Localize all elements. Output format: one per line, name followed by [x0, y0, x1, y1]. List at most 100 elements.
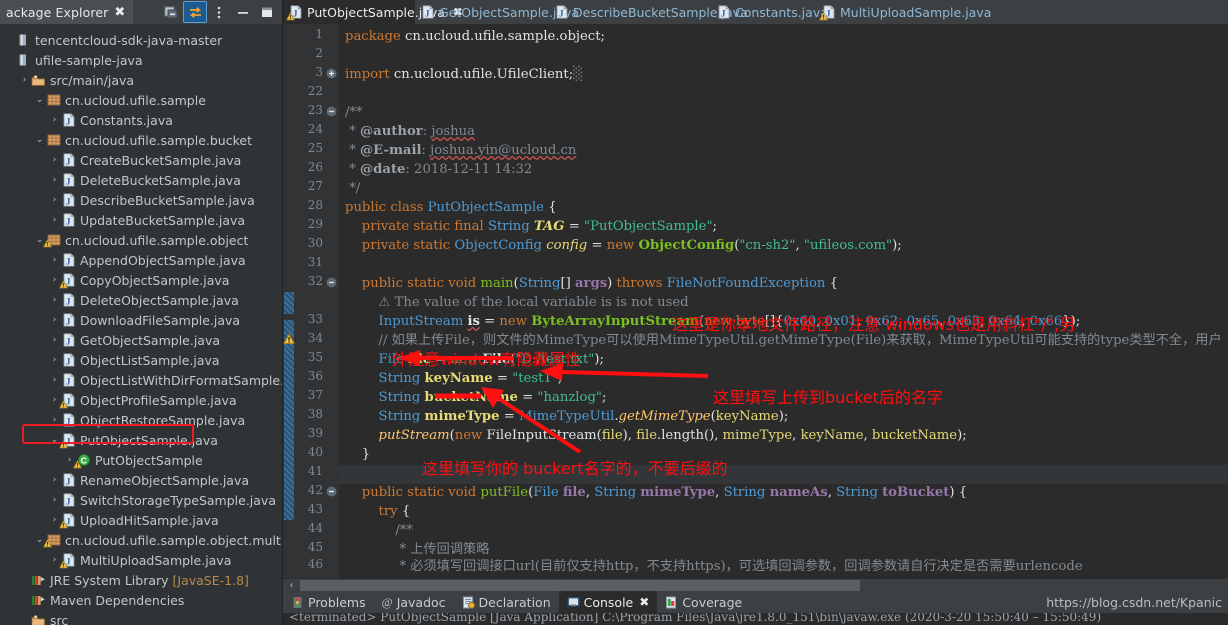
tree-item-label: cn.ucloud.ufile.sample.object.multi	[65, 532, 282, 548]
line-number: 2	[315, 46, 323, 60]
chevron-right-icon[interactable]: ›	[49, 255, 60, 265]
chevron-right-icon[interactable]: ›	[49, 215, 60, 225]
console-output[interactable]: <terminated> PutObjectSample [Java Appli…	[283, 613, 1228, 625]
fold-expand-icon[interactable]	[326, 67, 337, 79]
fold-collapse-icon[interactable]	[326, 105, 337, 117]
chevron-right-icon[interactable]: ›	[49, 115, 60, 125]
bottom-tab[interactable]: Console ✖	[558, 591, 658, 613]
editor-tab[interactable]: J MultiUploadSample.java	[816, 0, 991, 24]
bottom-tab[interactable]: Declaration	[454, 591, 559, 613]
tree-item[interactable]: › J AppendObjectSample.java	[0, 250, 282, 270]
tree-item[interactable]: › J DownloadFileSample.java	[0, 310, 282, 330]
bottom-tab[interactable]: Problems	[283, 591, 374, 613]
tree-item[interactable]: › J SwitchStorageTypeSample.java	[0, 490, 282, 510]
tree-item[interactable]: › J CopyObjectSample.java	[0, 270, 282, 290]
tree-item[interactable]: › J Constants.java	[0, 110, 282, 130]
tree-item[interactable]: › J GetObjectSample.java	[0, 330, 282, 350]
chevron-right-icon[interactable]: ›	[49, 315, 60, 325]
tree-item[interactable]: › J UpdateBucketSample.java	[0, 210, 282, 230]
minimize-icon[interactable]	[232, 2, 254, 22]
editor-marker-bar[interactable]	[283, 24, 296, 578]
tree-item[interactable]: › J ObjectListWithDirFormatSample.java	[0, 370, 282, 390]
editor-region: J PutObjectSample.java ✖ J GetObjectSample.j…	[283, 0, 1228, 625]
editor-horizontal-scrollbar[interactable]: ‹	[283, 578, 1228, 591]
tree-item[interactable]: JRE System Library [JavaSE-1.8]	[0, 570, 282, 590]
maximize-icon[interactable]	[256, 2, 278, 22]
chevron-down-icon[interactable]: ⌄	[34, 95, 45, 105]
chevron-right-icon[interactable]: ›	[49, 375, 60, 385]
project-icon	[15, 33, 32, 47]
fold-collapse-icon[interactable]	[326, 276, 337, 288]
svg-text:J: J	[66, 377, 71, 387]
code-line: String mimeType = MimeTypeUtil.getMimeTy…	[378, 409, 789, 424]
tree-item[interactable]: ⌄ cn.ucloud.ufile.sample.object	[0, 230, 282, 250]
svg-text:J: J	[66, 117, 71, 127]
chevron-right-icon[interactable]: ›	[49, 415, 60, 425]
chevron-right-icon[interactable]: ›	[19, 75, 30, 85]
tree-item[interactable]: ufile-sample-java	[0, 50, 282, 70]
tree-item[interactable]: › J MultiUploadSample.java	[0, 550, 282, 570]
tree-item[interactable]: › J UploadHitSample.java	[0, 510, 282, 530]
tree-item[interactable]: › J ObjectProfileSample.java	[0, 390, 282, 410]
chevron-right-icon[interactable]: ›	[49, 335, 60, 345]
package-explorer-tab[interactable]: ackage Explorer ✖	[0, 0, 134, 24]
warning-marker-icon[interactable]	[283, 332, 296, 345]
tree-item[interactable]: ⌄ J PutObjectSample.java	[0, 430, 282, 450]
tree-item[interactable]: Maven Dependencies	[0, 590, 282, 610]
chevron-right-icon[interactable]: ›	[49, 195, 60, 205]
tree-item-label: DeleteBucketSample.java	[80, 172, 241, 188]
package-warning-icon	[42, 234, 62, 248]
svg-text:J: J	[66, 257, 71, 267]
tree-item[interactable]: › J ObjectRestoreSample.java	[0, 410, 282, 430]
tree-item[interactable]: › J DeleteObjectSample.java	[0, 290, 282, 310]
close-icon[interactable]: ✖	[639, 595, 649, 609]
tree-item[interactable]: › J RenameObjectSample.java	[0, 470, 282, 490]
svg-text:J: J	[559, 9, 564, 19]
bottom-tab-label: Declaration	[478, 594, 551, 610]
editor-tab[interactable]: J DescribeBucketSample.java	[549, 0, 748, 24]
tree-item[interactable]: ⌄ cn.ucloud.ufile.sample.object.multi	[0, 530, 282, 550]
tree-item-label: MultiUploadSample.java	[80, 552, 232, 568]
package-icon	[45, 134, 62, 146]
chevron-right-icon[interactable]: ›	[49, 155, 60, 165]
tree-item[interactable]: ⌄ cn.ucloud.ufile.sample.bucket	[0, 130, 282, 150]
svg-text:J: J	[66, 197, 71, 207]
chevron-right-icon[interactable]: ›	[49, 475, 60, 485]
collapse-all-icon[interactable]	[160, 2, 182, 22]
editor-tab[interactable]: J PutObjectSample.java ✖	[283, 0, 463, 24]
bottom-tab-label: Console	[583, 594, 634, 610]
editor-tab[interactable]: J Constants.java	[711, 0, 828, 24]
line-number: 37	[307, 388, 323, 402]
tree-item[interactable]: src	[0, 610, 282, 625]
scroll-left-icon[interactable]: ‹	[283, 580, 300, 591]
tree-item[interactable]: › J DeleteBucketSample.java	[0, 170, 282, 190]
chevron-right-icon[interactable]: ›	[49, 355, 60, 365]
tree-item[interactable]: tencentcloud-sdk-java-master	[0, 30, 282, 50]
tree-item[interactable]: › src/main/java	[0, 70, 282, 90]
chevron-right-icon[interactable]: ›	[49, 295, 60, 305]
code-line: try {	[378, 504, 411, 519]
tree-item[interactable]: › C PutObjectSample	[0, 450, 282, 470]
tree-item[interactable]: › J ObjectListSample.java	[0, 350, 282, 370]
tree-item[interactable]: › J DescribeBucketSample.java	[0, 190, 282, 210]
editor-tab[interactable]: J GetObjectSample.java	[415, 0, 579, 24]
package-explorer-title: ackage Explorer	[6, 4, 109, 20]
java-file-icon: J	[60, 333, 77, 347]
chevron-right-icon[interactable]: ›	[49, 175, 60, 185]
code-line: File file = new File("D:/test.txt");	[378, 352, 604, 367]
bottom-tab[interactable]: @ Javadoc	[374, 591, 454, 613]
editor-tab-label: MultiUploadSample.java	[840, 4, 992, 20]
tree-item[interactable]: › J CreateBucketSample.java	[0, 150, 282, 170]
bottom-tab[interactable]: Coverage	[657, 591, 750, 613]
svg-text:J: J	[721, 9, 726, 19]
link-with-editor-icon[interactable]	[183, 1, 207, 23]
chevron-right-icon[interactable]: ›	[49, 495, 60, 505]
chevron-down-icon[interactable]: ⌄	[34, 135, 45, 145]
code-editor[interactable]: package cn.ucloud.ufile.sample.object; im…	[339, 24, 1228, 578]
package-explorer-tree[interactable]: tencentcloud-sdk-java-master ufile-sample…	[0, 24, 282, 625]
fold-collapse-icon[interactable]	[326, 485, 337, 497]
view-menu-icon[interactable]	[208, 2, 230, 22]
close-icon[interactable]: ✖	[114, 6, 125, 19]
current-line-highlight	[339, 465, 1228, 484]
tree-item[interactable]: ⌄ cn.ucloud.ufile.sample	[0, 90, 282, 110]
